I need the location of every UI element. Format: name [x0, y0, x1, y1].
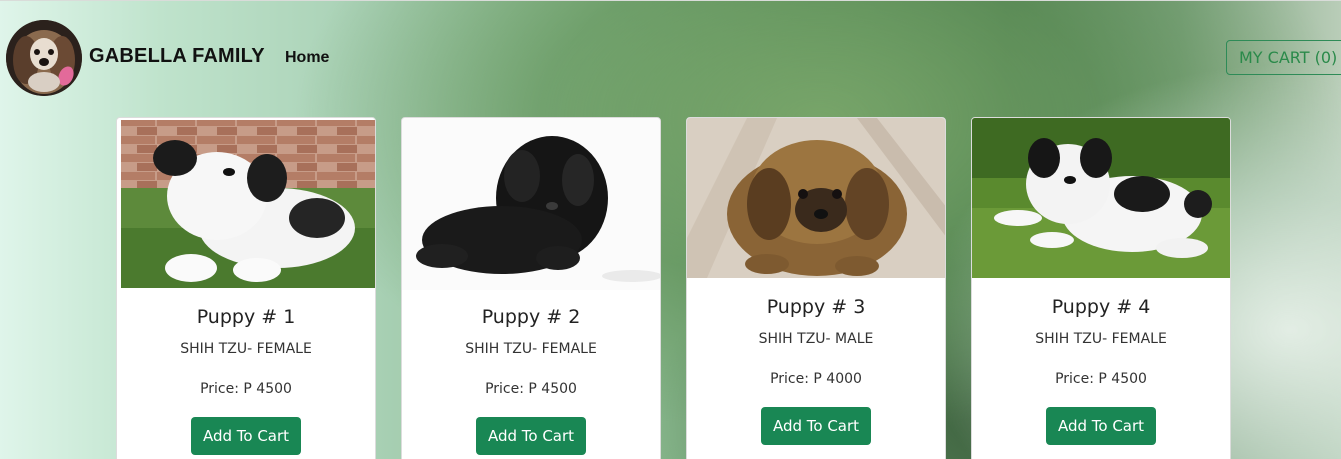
product-breed: SHIH TZU- FEMALE	[465, 341, 597, 357]
puppy-3-photo	[687, 118, 945, 278]
add-to-cart-button[interactable]: Add To Cart	[761, 407, 871, 445]
dog-logo-icon	[6, 20, 82, 96]
my-cart-label: MY CART (0)	[1239, 48, 1338, 67]
product-price: Price: P 4500	[1055, 371, 1147, 387]
product-card: Puppy # 2 SHIH TZU- FEMALE Price: P 4500…	[401, 117, 661, 459]
product-breed: SHIH TZU- MALE	[758, 331, 874, 347]
product-card: Puppy # 1 SHIH TZU- FEMALE Price: P 4500…	[116, 117, 376, 459]
product-price: Price: P 4500	[485, 381, 577, 397]
puppy-2-photo	[402, 118, 660, 290]
product-price: Price: P 4000	[770, 371, 862, 387]
product-price: Price: P 4500	[200, 381, 292, 397]
puppy-1-photo	[117, 118, 375, 290]
product-title: Puppy # 4	[1051, 296, 1151, 318]
product-title: Puppy # 3	[766, 296, 866, 318]
product-title: Puppy # 2	[481, 306, 581, 328]
nav-home-link[interactable]: Home	[285, 49, 329, 67]
my-cart-button[interactable]: MY CART (0)	[1226, 40, 1341, 75]
product-card: Puppy # 4 SHIH TZU- FEMALE Price: P 4500…	[971, 117, 1231, 459]
add-to-cart-button[interactable]: Add To Cart	[1046, 407, 1156, 445]
product-breed: SHIH TZU- FEMALE	[180, 341, 312, 357]
puppy-4-photo	[972, 118, 1230, 278]
product-title: Puppy # 1	[196, 306, 296, 328]
logo-avatar[interactable]	[6, 20, 82, 96]
add-to-cart-button[interactable]: Add To Cart	[191, 417, 301, 455]
navbar: GABELLA FAMILY Home MY CART (0)	[0, 0, 1341, 115]
product-breed: SHIH TZU- FEMALE	[1035, 331, 1167, 347]
add-to-cart-button[interactable]: Add To Cart	[476, 417, 586, 455]
brand-name[interactable]: GABELLA FAMILY	[89, 45, 265, 68]
product-card: Puppy # 3 SHIH TZU- MALE Price: P 4000 A…	[686, 117, 946, 459]
